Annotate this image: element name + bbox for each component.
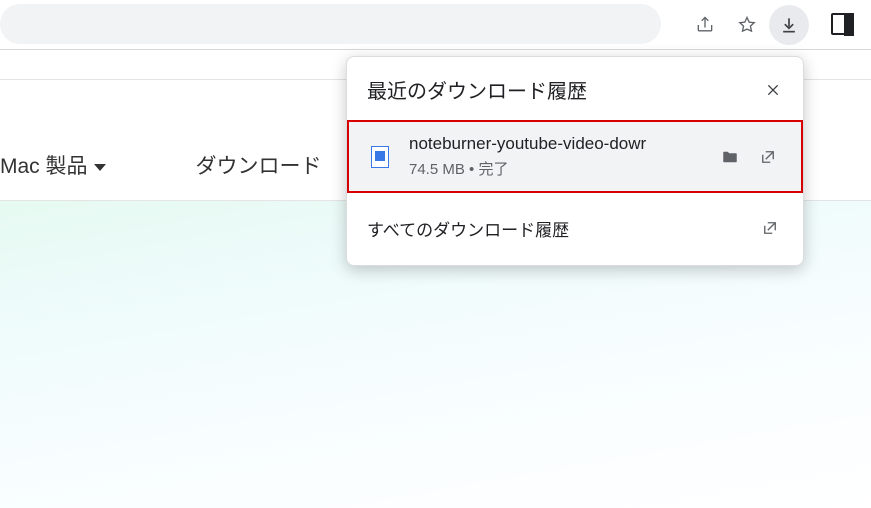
download-filename: noteburner-youtube-video-dowr: [409, 134, 711, 154]
downloads-popup-footer: すべてのダウンロード履歴: [347, 193, 803, 265]
nav-label: Mac 製品: [0, 150, 88, 180]
close-button[interactable]: [759, 76, 787, 104]
nav-label: ダウンロード: [196, 150, 322, 180]
folder-icon: [721, 148, 739, 166]
close-icon: [765, 82, 781, 98]
open-external-icon: [761, 219, 779, 237]
side-panel-icon[interactable]: [831, 13, 853, 35]
open-downloads-page-button[interactable]: [751, 209, 789, 247]
downloads-popup-title: 最近のダウンロード履歴: [367, 75, 587, 104]
all-downloads-link[interactable]: すべてのダウンロード履歴: [367, 216, 569, 241]
browser-toolbar: [0, 0, 871, 50]
chevron-down-icon: [94, 164, 106, 171]
downloads-toolbar-button[interactable]: [769, 5, 809, 45]
downloads-popup-header: 最近のダウンロード履歴: [347, 57, 803, 120]
download-item[interactable]: noteburner-youtube-video-dowr 74.5 MB • …: [347, 120, 803, 193]
toolbar-icon-group: [685, 0, 809, 50]
open-download-button[interactable]: [749, 138, 787, 176]
nav-mac-products[interactable]: Mac 製品: [0, 150, 106, 180]
address-bar[interactable]: [0, 4, 661, 44]
show-in-folder-button[interactable]: [711, 138, 749, 176]
download-item-text: noteburner-youtube-video-dowr 74.5 MB • …: [409, 134, 711, 179]
nav-downloads[interactable]: ダウンロード: [196, 150, 322, 180]
download-status: 74.5 MB • 完了: [409, 158, 711, 179]
open-external-icon: [759, 148, 777, 166]
share-icon[interactable]: [685, 5, 725, 45]
downloads-popup: 最近のダウンロード履歴 noteburner-youtube-video-dow…: [346, 56, 804, 266]
star-icon[interactable]: [727, 5, 767, 45]
file-icon: [367, 144, 393, 170]
